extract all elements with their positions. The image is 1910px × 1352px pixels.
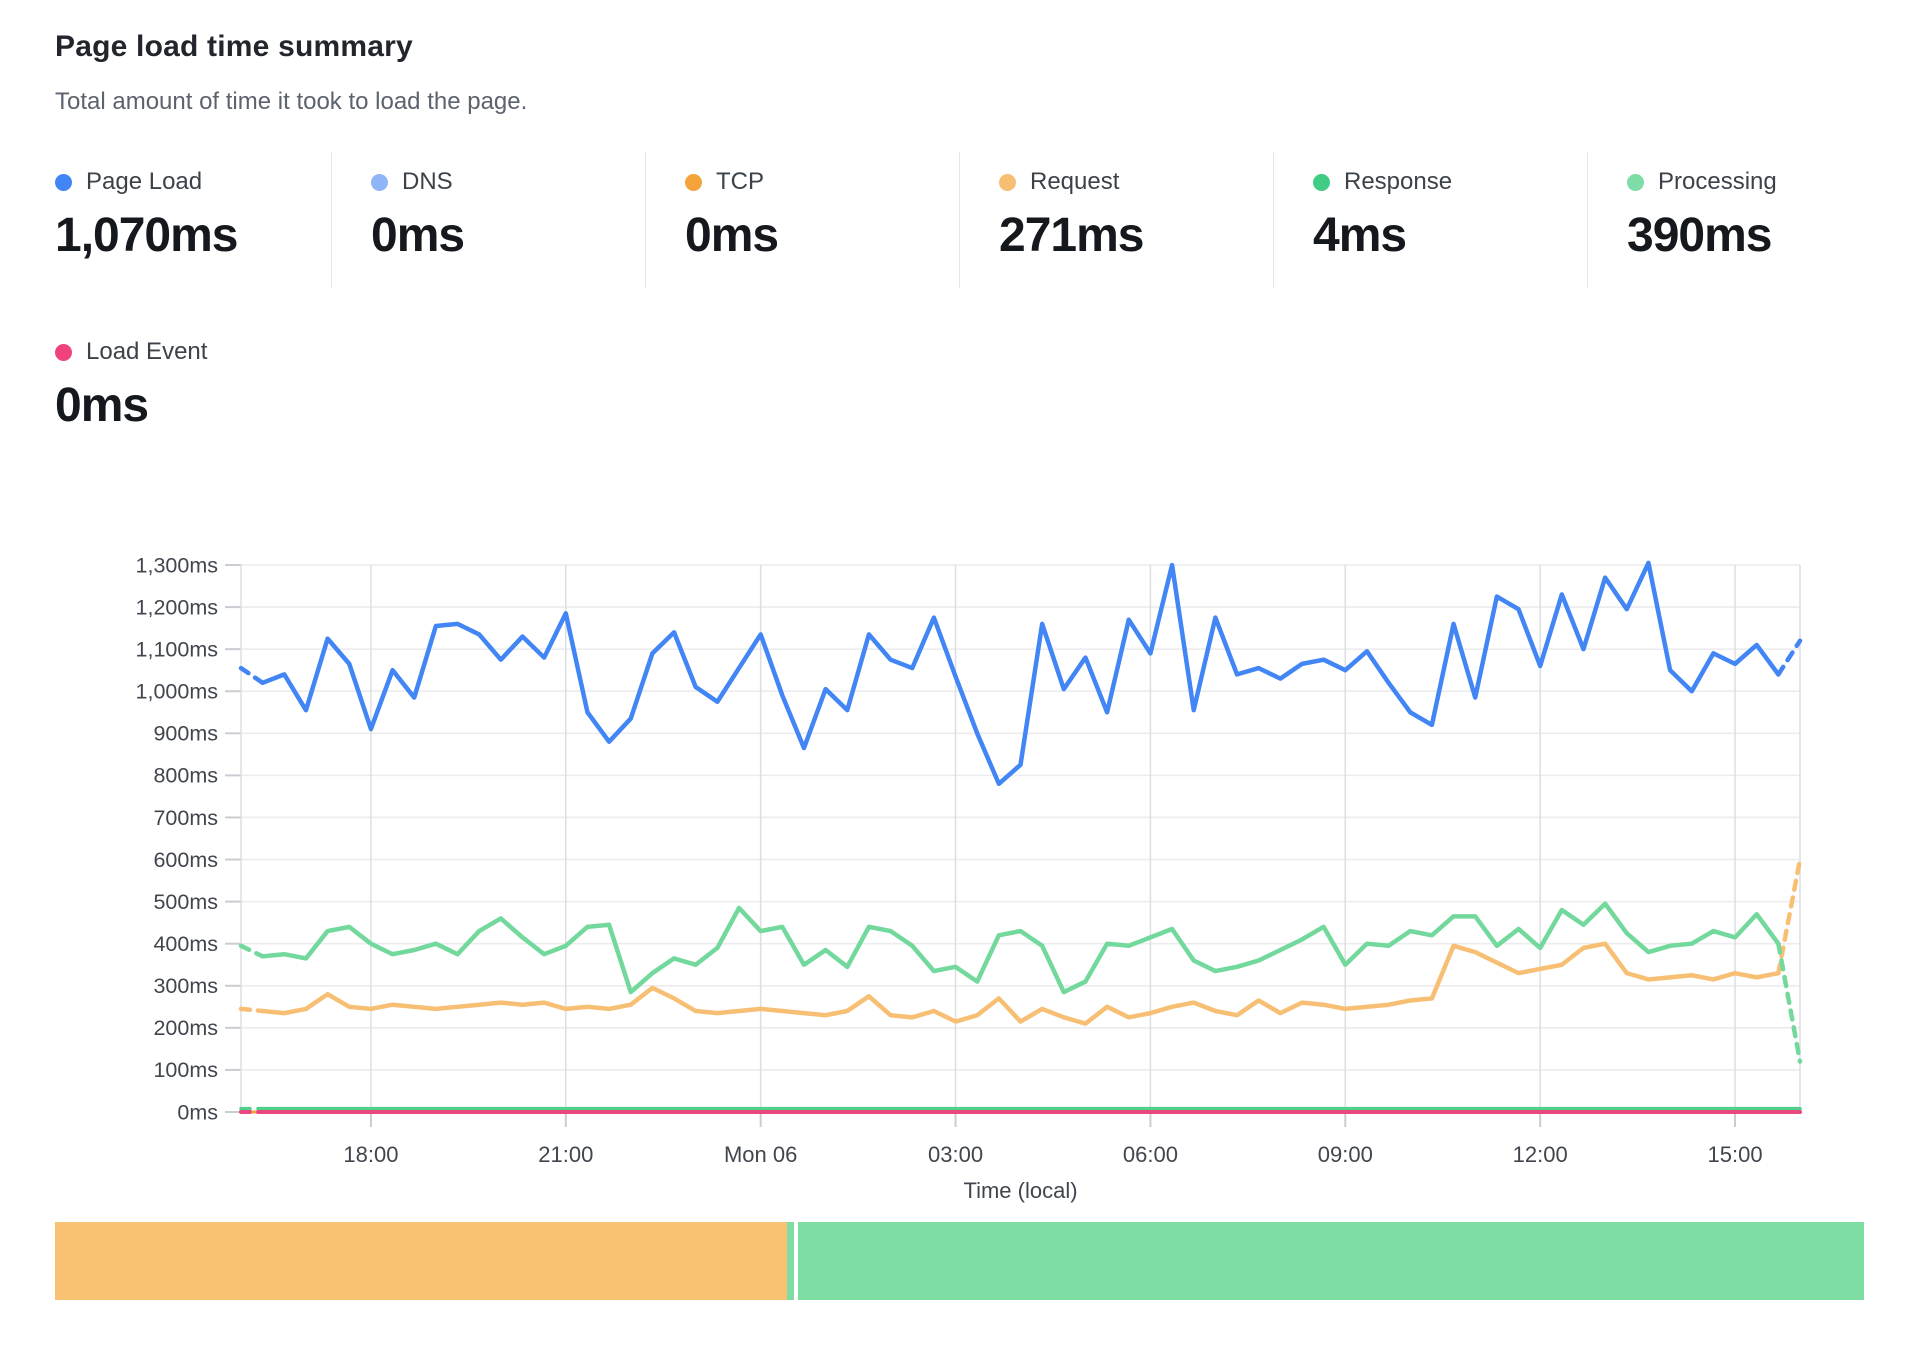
stat-tcp[interactable]: TCP 0ms: [645, 152, 959, 288]
page-load-dot-icon: [55, 174, 72, 191]
y-axis-label: 100ms: [153, 1058, 218, 1082]
stat-label: DNS: [402, 168, 453, 196]
phase-timeline-bar[interactable]: [55, 1222, 1864, 1300]
processing-dot-icon: [1627, 174, 1644, 191]
series-request-dashed: [1778, 860, 1800, 974]
y-axis-label: 0ms: [177, 1100, 218, 1124]
stat-label: Request: [1030, 168, 1119, 196]
stat-label: Response: [1344, 168, 1452, 196]
y-axis-label: 300ms: [153, 974, 218, 998]
stat-label: Page Load: [86, 168, 202, 196]
dns-dot-icon: [371, 174, 388, 191]
stat-value: 390ms: [1627, 208, 1901, 263]
stat-request[interactable]: Request 271ms: [959, 152, 1273, 288]
tcp-dot-icon: [685, 174, 702, 191]
series-request-dashed: [241, 1009, 263, 1011]
x-axis-label: 18:00: [343, 1142, 398, 1167]
y-axis-label: 1,200ms: [136, 595, 218, 619]
x-axis-label: 21:00: [538, 1142, 593, 1167]
y-axis-label: 500ms: [153, 890, 218, 914]
stat-value: 0ms: [55, 378, 207, 433]
y-axis-label: 600ms: [153, 848, 218, 872]
request-dot-icon: [999, 174, 1016, 191]
stat-value: 0ms: [371, 208, 645, 263]
y-axis-label: 1,100ms: [136, 637, 218, 661]
stat-label: Processing: [1658, 168, 1777, 196]
stat-label: TCP: [716, 168, 764, 196]
x-axis-label: 12:00: [1513, 1142, 1568, 1167]
series-processing-dashed: [1778, 944, 1800, 1062]
timeline-segment-request-portion[interactable]: [55, 1222, 787, 1300]
page-load-timeseries-chart[interactable]: 0ms 100ms 200ms 300ms 400ms 500ms 600ms 700ms 80…: [0, 440, 1910, 1222]
y-axis-label: 400ms: [153, 932, 218, 956]
series-processing: [263, 904, 1779, 992]
page-subtitle: Total amount of time it took to load the…: [55, 88, 527, 116]
stat-page-load[interactable]: Page Load 1,070ms: [55, 152, 331, 288]
stat-value: 0ms: [685, 208, 959, 263]
x-axis-label: 03:00: [928, 1142, 983, 1167]
page-load-summary-panel: Page load time summary Total amount of t…: [0, 0, 1910, 1352]
page-title: Page load time summary: [55, 30, 413, 64]
stat-dns[interactable]: DNS 0ms: [331, 152, 645, 288]
x-axis-label: Mon 06: [724, 1142, 797, 1167]
x-axis-label: 06:00: [1123, 1142, 1178, 1167]
x-axis-label: 15:00: [1708, 1142, 1763, 1167]
metric-legend-row: Page Load 1,070ms DNS 0ms TCP 0ms Reques…: [55, 152, 1901, 288]
x-axis-title: Time (local): [963, 1178, 1077, 1203]
stat-value: 1,070ms: [55, 208, 331, 263]
stat-processing[interactable]: Processing 390ms: [1587, 152, 1901, 288]
stat-load-event[interactable]: Load Event 0ms: [55, 322, 207, 433]
stat-response[interactable]: Response 4ms: [1273, 152, 1587, 288]
y-axis-label: 700ms: [153, 806, 218, 830]
series-processing-dashed: [241, 946, 263, 957]
series-page-load-dashed: [1778, 641, 1800, 675]
series-page-load-dashed: [241, 668, 263, 683]
x-axis-label: 09:00: [1318, 1142, 1373, 1167]
timeline-segment-processing-portion[interactable]: [798, 1222, 1864, 1300]
stat-value: 4ms: [1313, 208, 1587, 263]
y-axis-label: 200ms: [153, 1016, 218, 1040]
y-axis-label: 1,300ms: [136, 553, 218, 577]
y-axis-label: 900ms: [153, 722, 218, 746]
load-event-dot-icon: [55, 344, 72, 361]
series-request: [263, 944, 1779, 1024]
stat-value: 271ms: [999, 208, 1273, 263]
y-axis-label: 1,000ms: [136, 680, 218, 704]
series-page-load: [263, 563, 1779, 784]
stat-label: Load Event: [86, 338, 207, 366]
y-axis-label: 800ms: [153, 764, 218, 788]
response-dot-icon: [1313, 174, 1330, 191]
